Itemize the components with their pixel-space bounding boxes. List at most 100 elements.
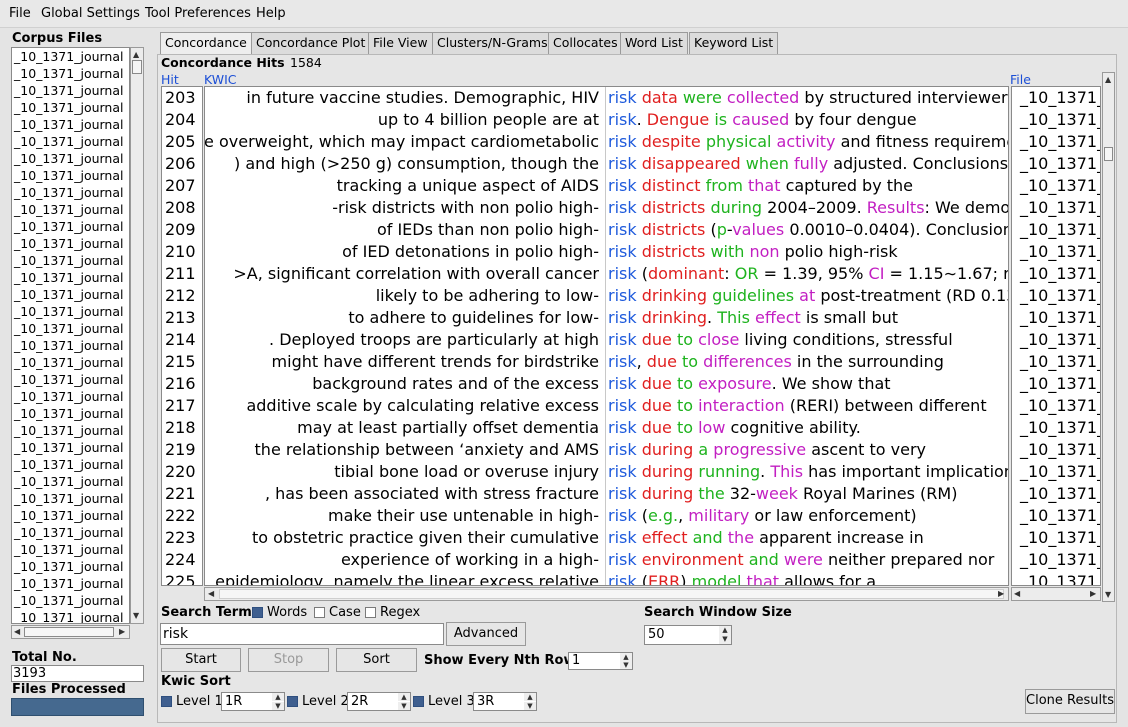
menu-global-settings[interactable]: Global Settings (41, 6, 140, 21)
corpus-file-item[interactable]: _10_1371_journal (12, 252, 129, 269)
kwic-row[interactable]: may at least partially offset dementia ri… (205, 417, 1008, 439)
corpus-file-item[interactable]: _10_1371_journal (12, 235, 129, 252)
corpus-file-item[interactable]: _10_1371_journal (12, 473, 129, 490)
menu-help[interactable]: Help (256, 6, 286, 21)
kwic-row[interactable]: of IED detonations in polio high-risk di… (205, 241, 1008, 263)
corpus-file-item[interactable]: _10_1371_journal (12, 218, 129, 235)
level-3-spinner[interactable]: 3R ▲ ▼ (473, 692, 537, 711)
corpus-file-item[interactable]: _10_1371_journal (12, 320, 129, 337)
hit-number[interactable]: 221 (162, 483, 196, 505)
tab-collocates[interactable]: Collocates (548, 32, 623, 54)
scroll-right-icon[interactable]: ▶ (1090, 589, 1096, 599)
corpus-file-item[interactable]: _10_1371_journal (12, 575, 129, 592)
corpus-file-item[interactable]: _10_1371_journal (12, 286, 129, 303)
hit-number[interactable]: 224 (162, 549, 196, 571)
level-2-checkbox[interactable] (287, 696, 298, 707)
column-header-hit[interactable]: Hit (161, 72, 179, 87)
corpus-file-item[interactable]: _10_1371_journal (12, 116, 129, 133)
scroll-down-icon[interactable]: ▼ (1105, 590, 1111, 600)
corpus-file-item[interactable]: _10_1371_journal (12, 269, 129, 286)
kwic-row[interactable]: tracking a unique aspect of AIDS risk dis… (205, 175, 1008, 197)
file-column[interactable]: _10_1371_ _10_1371_ _10_1371_ _10_1371_ _10_… (1011, 86, 1101, 586)
spinner-up-icon[interactable]: ▲ (719, 626, 731, 635)
file-name-cell[interactable]: _10_1371_ (1012, 263, 1100, 285)
hit-number[interactable]: 209 (162, 219, 196, 241)
kwic-row[interactable]: e overweight, which may impact cardiomet… (205, 131, 1008, 153)
file-list-vscrollbar[interactable]: ▲ ▼ (130, 47, 144, 624)
menu-file[interactable]: File (9, 6, 31, 21)
corpus-file-item[interactable]: _10_1371_journal (12, 303, 129, 320)
kwic-row[interactable]: -risk districts with non polio high-risk… (205, 197, 1008, 219)
search-window-size-spinner[interactable]: 50 ▲ ▼ (644, 625, 732, 645)
scroll-thumb[interactable] (219, 589, 1004, 599)
corpus-file-item[interactable]: _10_1371_journal (12, 558, 129, 575)
hit-number[interactable]: 220 (162, 461, 196, 483)
hit-number[interactable]: 225 (162, 571, 196, 585)
table-vscrollbar[interactable]: ▲ ▼ (1102, 72, 1115, 602)
kwic-row[interactable]: up to 4 billion people are at risk. Dengu… (205, 109, 1008, 131)
tab-file-view[interactable]: File View (368, 32, 433, 54)
corpus-file-item[interactable]: _10_1371_journal (12, 48, 129, 65)
scroll-left-icon[interactable]: ◀ (14, 627, 20, 637)
scroll-up-icon[interactable]: ▲ (133, 50, 139, 60)
corpus-file-item[interactable]: _10_1371_journal (12, 541, 129, 558)
case-checkbox[interactable] (314, 607, 325, 618)
file-name-cell[interactable]: _10_1371_ (1012, 373, 1100, 395)
column-header-file[interactable]: File (1010, 72, 1031, 87)
hit-number[interactable]: 204 (162, 109, 196, 131)
kwic-row[interactable]: background rates and of the excess risk d… (205, 373, 1008, 395)
file-name-cell[interactable]: _10_1371_ (1012, 395, 1100, 417)
hit-number[interactable]: 205 (162, 131, 196, 153)
corpus-file-item[interactable]: _10_1371_journal (12, 337, 129, 354)
file-hscrollbar[interactable]: ◀ ▶ (1011, 587, 1101, 601)
stop-button[interactable]: Stop (248, 648, 329, 672)
corpus-file-item[interactable]: _10_1371_journal (12, 201, 129, 218)
file-name-cell[interactable]: _10_1371_ (1012, 483, 1100, 505)
file-name-cell[interactable]: _10_1371_ (1012, 549, 1100, 571)
corpus-file-item[interactable]: _10_1371_journal (12, 65, 129, 82)
advanced-button[interactable]: Advanced (446, 622, 526, 646)
hit-number[interactable]: 206 (162, 153, 196, 175)
hit-number[interactable]: 217 (162, 395, 196, 417)
spinner-up-icon[interactable]: ▲ (620, 653, 632, 661)
spinner-up-icon[interactable]: ▲ (398, 693, 410, 701)
file-name-cell[interactable]: _10_1371_ (1012, 461, 1100, 483)
file-name-cell[interactable]: _10_1371_ (1012, 527, 1100, 549)
hit-number[interactable]: 211 (162, 263, 196, 285)
scroll-right-icon[interactable]: ▶ (998, 589, 1004, 599)
level-1-spinner[interactable]: 1R ▲ ▼ (221, 692, 285, 711)
corpus-file-item[interactable]: _10_1371_journal (12, 439, 129, 456)
kwic-row[interactable]: additive scale by calculating relative e… (205, 395, 1008, 417)
file-list-hscrollbar[interactable]: ◀ ▶ (11, 625, 130, 639)
hit-number[interactable]: 214 (162, 329, 196, 351)
kwic-hscrollbar[interactable]: ◀ ▶ (204, 587, 1009, 601)
tab-keyword-list[interactable]: Keyword List (689, 32, 779, 54)
hit-number[interactable]: 212 (162, 285, 196, 307)
hit-number[interactable]: 210 (162, 241, 196, 263)
hit-number[interactable]: 213 (162, 307, 196, 329)
tab-concordance-plot[interactable]: Concordance Plot (251, 32, 371, 54)
hit-number[interactable]: 208 (162, 197, 196, 219)
corpus-file-item[interactable]: _10_1371_journal (12, 456, 129, 473)
kwic-row[interactable]: tibial bone load or overuse injury risk d… (205, 461, 1008, 483)
spinner-down-icon[interactable]: ▼ (620, 661, 632, 669)
spinner-down-icon[interactable]: ▼ (719, 635, 731, 644)
scroll-left-icon[interactable]: ◀ (1014, 589, 1020, 599)
file-name-cell[interactable]: _10_1371_ (1012, 175, 1100, 197)
file-name-cell[interactable]: _10_1371_ (1012, 307, 1100, 329)
level-1-checkbox[interactable] (161, 696, 172, 707)
corpus-file-item[interactable]: _10_1371_journal (12, 82, 129, 99)
corpus-file-item[interactable]: _10_1371_journal (12, 354, 129, 371)
column-header-kwic[interactable]: KWIC (204, 72, 237, 87)
spinner-down-icon[interactable]: ▼ (272, 702, 284, 710)
hit-number[interactable]: 203 (162, 87, 196, 109)
corpus-file-item[interactable]: _10_1371_journal (12, 184, 129, 201)
file-name-cell[interactable]: _10_1371_ (1012, 439, 1100, 461)
hit-number[interactable]: 219 (162, 439, 196, 461)
scroll-thumb[interactable] (132, 60, 142, 74)
file-name-cell[interactable]: _10_1371_ (1012, 505, 1100, 527)
scroll-thumb[interactable] (24, 627, 114, 637)
tab-concordance[interactable]: Concordance (160, 32, 252, 55)
kwic-row[interactable]: make their use untenable in high-risk (e… (205, 505, 1008, 527)
kwic-row[interactable]: in future vaccine studies. Demographic, … (205, 87, 1008, 109)
